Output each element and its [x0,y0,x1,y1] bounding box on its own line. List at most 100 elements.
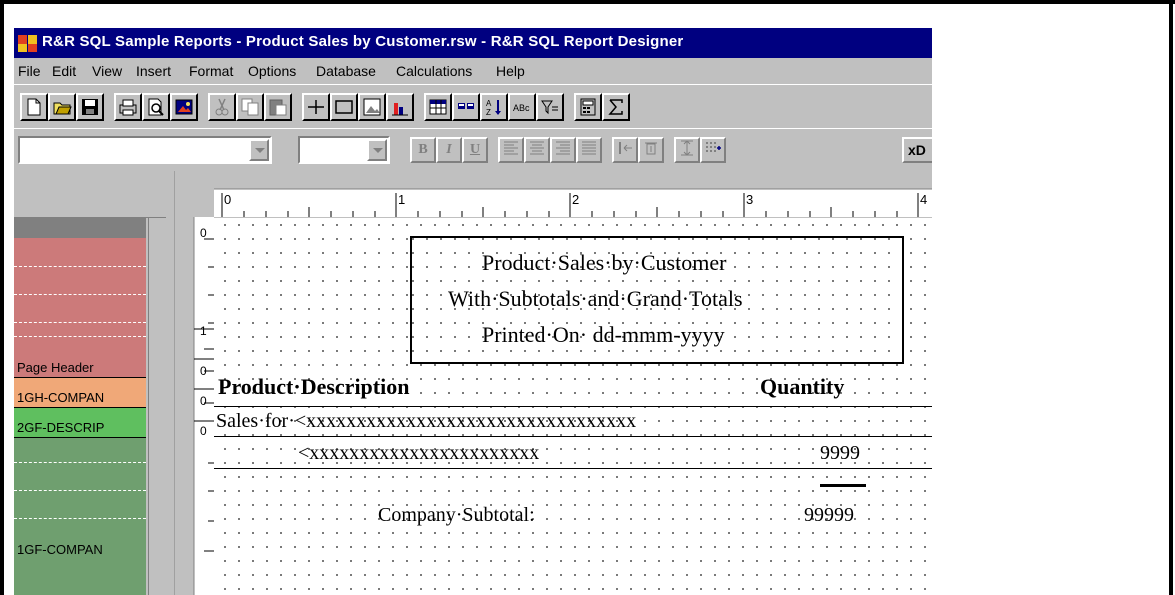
menu-view[interactable]: View [92,63,122,79]
copy-button[interactable] [236,93,264,121]
box-tool-button[interactable] [330,93,358,121]
insert-field-button[interactable] [452,93,480,121]
spacing-button[interactable] [674,137,700,163]
format-toolbar: B I U xD [14,128,932,169]
menu-insert[interactable]: Insert [136,63,171,79]
band-group-footer-company[interactable]: 1GF-COMPAN [14,438,146,595]
report-canvas[interactable]: Product·Sales·by·Customer With·Subtotals… [214,218,932,595]
menu-edit[interactable]: Edit [52,63,76,79]
band-group-footer-description[interactable]: 2GF-DESCRIP [14,408,146,438]
column-header-quantity[interactable]: Quantity [760,374,844,400]
table-button[interactable] [424,93,452,121]
sum-button[interactable] [602,93,630,121]
line-tool-button[interactable] [302,93,330,121]
print-button[interactable] [114,93,142,121]
menu-help[interactable]: Help [496,63,525,79]
subtotal-value-field[interactable]: 99999 [804,504,854,527]
chevron-down-icon[interactable] [367,139,387,161]
paste-icon [269,99,287,116]
vertical-ruler: 0 1 0 0 0 [174,171,214,595]
image-field-button[interactable] [358,93,386,121]
menu-file[interactable]: File [18,63,41,79]
text-case-button[interactable]: ABc [508,93,536,121]
menu-calculations[interactable]: Calculations [396,63,472,79]
ruler-mark: 3 [746,192,753,207]
ruler-mark: 1 [398,192,405,207]
band-label: 1GH-COMPAN [17,390,105,405]
trash-icon [645,142,657,155]
align-right-icon [556,141,570,155]
report-title-line-2[interactable]: With·Subtotals·and·Grand·Totals [448,286,743,312]
print-preview-button[interactable] [142,93,170,121]
app-logo-icon [18,35,37,52]
new-button[interactable] [20,93,48,121]
detail-description-field[interactable]: <xxxxxxxxxxxxxxxxxxxxxxx [298,442,539,465]
italic-button[interactable]: I [436,137,462,163]
band-group-header-company[interactable]: 1GH-COMPAN [14,378,146,408]
group-header-field[interactable]: Sales·for·<xxxxxxxxxxxxxxxxxxxxxxxxxxxxx… [216,410,636,433]
justify-button[interactable] [576,137,602,163]
image-field-icon [363,98,381,116]
filter-button[interactable] [536,93,564,121]
print-icon [119,99,137,116]
screenshot-border-top [0,0,1175,4]
ruler-mark: 0 [224,192,231,207]
svg-text:Z: Z [486,108,491,117]
delete-button[interactable] [638,137,664,163]
font-size-select[interactable] [298,136,390,164]
band-divider [14,336,146,337]
sort-button[interactable]: AZ [480,93,508,121]
paste-button[interactable] [264,93,292,121]
box-icon [335,100,353,114]
cut-icon [215,98,229,116]
band-divider [14,294,146,295]
align-left-button[interactable] [498,137,524,163]
open-button[interactable] [48,93,76,121]
band-panel-scrollbar[interactable] [148,218,167,595]
subtotal-label[interactable]: Company·Subtotal: [378,504,535,527]
justify-icon [582,141,596,155]
band-selected-strip[interactable] [14,218,146,238]
band-list: Page Header 1GH-COMPAN 2GF-DESCRIP 1GF-C… [14,218,146,595]
band-page-header[interactable]: Page Header [14,328,146,378]
save-button[interactable] [76,93,104,121]
extra-button[interactable]: xD [902,137,932,163]
menu-options[interactable]: Options [248,63,296,79]
line-icon [308,100,324,114]
copy-icon [241,98,259,116]
text-case-icon: ABc [513,103,530,113]
report-title-line-3[interactable]: Printed·On· dd-mmm-yyyy [482,322,725,348]
align-center-icon [530,141,544,155]
underline-button[interactable]: U [462,137,488,163]
report-title-box[interactable]: Product·Sales·by·Customer With·Subtotals… [410,236,904,364]
grid-button[interactable] [700,137,726,163]
ruler-v-mark: 0 [200,424,207,438]
subtotal-line[interactable] [820,484,866,487]
indent-button[interactable] [612,137,638,163]
print-preview-icon [148,98,164,116]
column-header-product[interactable]: Product·Description [218,374,409,400]
menu-database[interactable]: Database [316,63,376,79]
chart-button[interactable] [386,93,414,121]
band-divider [14,518,146,519]
band-report-header[interactable] [14,238,146,328]
align-right-button[interactable] [550,137,576,163]
band-label: Page Header [17,360,94,375]
bold-button[interactable]: B [410,137,436,163]
grid-icon [706,142,721,152]
ruler-v-mark: 0 [200,394,207,408]
detail-quantity-field[interactable]: 9999 [820,442,860,465]
align-center-button[interactable] [524,137,550,163]
band-label: 1GF-COMPAN [17,542,103,557]
font-name-select[interactable] [18,136,272,164]
picture-button[interactable] [170,93,198,121]
report-title-line-1[interactable]: Product·Sales·by·Customer [482,250,726,276]
new-icon [27,98,41,116]
cut-button[interactable] [208,93,236,121]
chevron-down-icon[interactable] [249,139,269,161]
menu-format[interactable]: Format [189,63,233,79]
band-divider [14,266,146,267]
band-panel: Page Header 1GH-COMPAN 2GF-DESCRIP 1GF-C… [14,171,167,595]
calculator-button[interactable] [574,93,602,121]
filter-icon [541,100,558,115]
